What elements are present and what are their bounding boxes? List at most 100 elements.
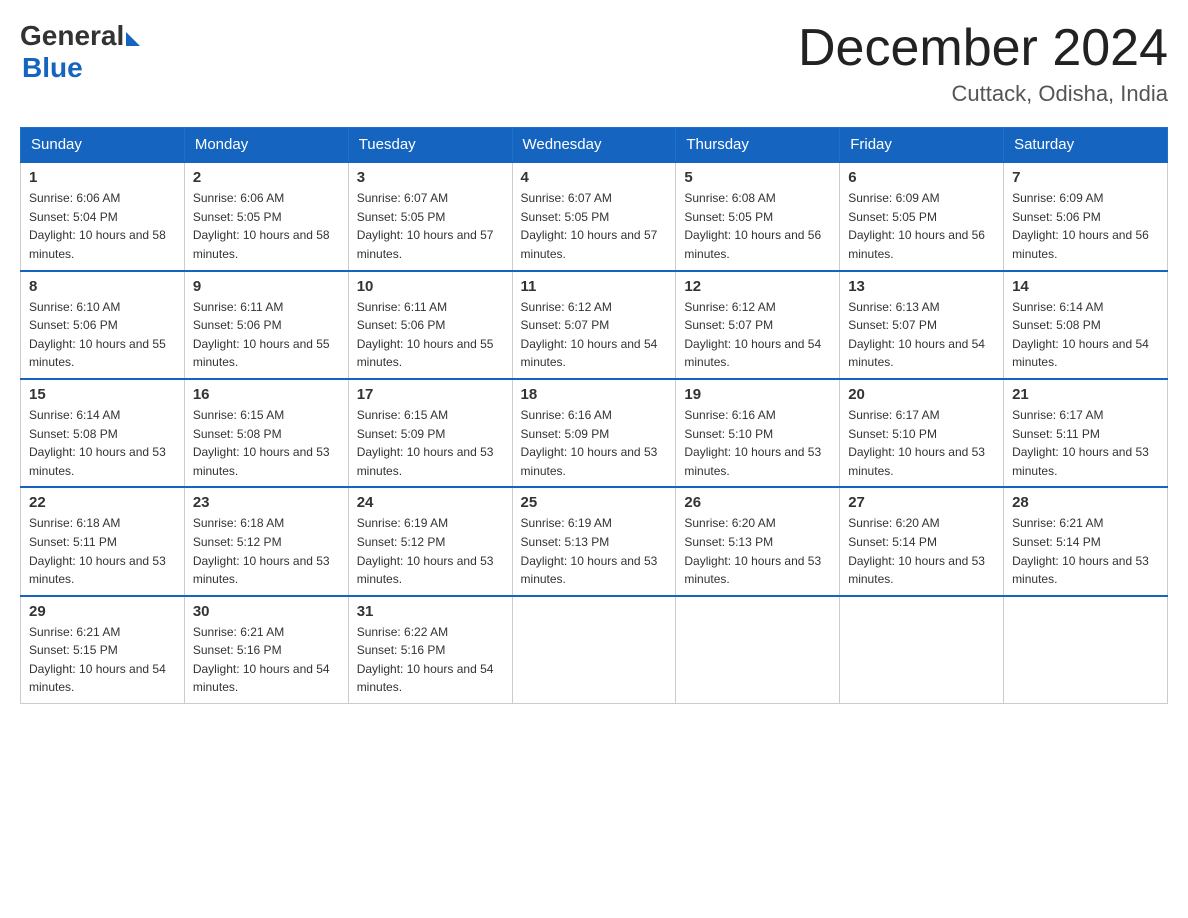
table-row: 27 Sunrise: 6:20 AM Sunset: 5:14 PM Dayl… xyxy=(840,487,1004,595)
table-row: 17 Sunrise: 6:15 AM Sunset: 5:09 PM Dayl… xyxy=(348,379,512,487)
logo-arrow-icon xyxy=(126,32,140,46)
col-thursday: Thursday xyxy=(676,128,840,163)
day-info: Sunrise: 6:11 AM Sunset: 5:06 PM Dayligh… xyxy=(193,298,340,372)
table-row: 12 Sunrise: 6:12 AM Sunset: 5:07 PM Dayl… xyxy=(676,271,840,379)
title-section: December 2024 Cuttack, Odisha, India xyxy=(798,20,1168,107)
table-row: 1 Sunrise: 6:06 AM Sunset: 5:04 PM Dayli… xyxy=(21,162,185,270)
table-row: 14 Sunrise: 6:14 AM Sunset: 5:08 PM Dayl… xyxy=(1004,271,1168,379)
table-row: 9 Sunrise: 6:11 AM Sunset: 5:06 PM Dayli… xyxy=(184,271,348,379)
day-number: 11 xyxy=(521,278,668,295)
table-row: 26 Sunrise: 6:20 AM Sunset: 5:13 PM Dayl… xyxy=(676,487,840,595)
day-info: Sunrise: 6:16 AM Sunset: 5:09 PM Dayligh… xyxy=(521,406,668,480)
day-info: Sunrise: 6:20 AM Sunset: 5:14 PM Dayligh… xyxy=(848,514,995,588)
day-number: 15 xyxy=(29,386,176,403)
col-tuesday: Tuesday xyxy=(348,128,512,163)
table-row: 30 Sunrise: 6:21 AM Sunset: 5:16 PM Dayl… xyxy=(184,596,348,704)
day-number: 25 xyxy=(521,494,668,511)
day-info: Sunrise: 6:14 AM Sunset: 5:08 PM Dayligh… xyxy=(29,406,176,480)
table-row: 3 Sunrise: 6:07 AM Sunset: 5:05 PM Dayli… xyxy=(348,162,512,270)
col-friday: Friday xyxy=(840,128,1004,163)
table-row: 5 Sunrise: 6:08 AM Sunset: 5:05 PM Dayli… xyxy=(676,162,840,270)
table-row: 19 Sunrise: 6:16 AM Sunset: 5:10 PM Dayl… xyxy=(676,379,840,487)
table-row: 24 Sunrise: 6:19 AM Sunset: 5:12 PM Dayl… xyxy=(348,487,512,595)
day-info: Sunrise: 6:10 AM Sunset: 5:06 PM Dayligh… xyxy=(29,298,176,372)
calendar-header-row: Sunday Monday Tuesday Wednesday Thursday… xyxy=(21,128,1168,163)
day-info: Sunrise: 6:21 AM Sunset: 5:16 PM Dayligh… xyxy=(193,623,340,697)
table-row: 31 Sunrise: 6:22 AM Sunset: 5:16 PM Dayl… xyxy=(348,596,512,704)
col-wednesday: Wednesday xyxy=(512,128,676,163)
day-info: Sunrise: 6:08 AM Sunset: 5:05 PM Dayligh… xyxy=(684,189,831,263)
day-number: 24 xyxy=(357,494,504,511)
day-info: Sunrise: 6:06 AM Sunset: 5:04 PM Dayligh… xyxy=(29,189,176,263)
day-number: 30 xyxy=(193,603,340,620)
day-number: 13 xyxy=(848,278,995,295)
day-info: Sunrise: 6:19 AM Sunset: 5:12 PM Dayligh… xyxy=(357,514,504,588)
table-row xyxy=(840,596,1004,704)
day-number: 23 xyxy=(193,494,340,511)
day-number: 27 xyxy=(848,494,995,511)
day-info: Sunrise: 6:09 AM Sunset: 5:05 PM Dayligh… xyxy=(848,189,995,263)
day-number: 20 xyxy=(848,386,995,403)
day-number: 18 xyxy=(521,386,668,403)
day-number: 21 xyxy=(1012,386,1159,403)
calendar-week-row: 15 Sunrise: 6:14 AM Sunset: 5:08 PM Dayl… xyxy=(21,379,1168,487)
day-info: Sunrise: 6:16 AM Sunset: 5:10 PM Dayligh… xyxy=(684,406,831,480)
day-info: Sunrise: 6:17 AM Sunset: 5:11 PM Dayligh… xyxy=(1012,406,1159,480)
day-info: Sunrise: 6:11 AM Sunset: 5:06 PM Dayligh… xyxy=(357,298,504,372)
day-number: 2 xyxy=(193,169,340,186)
day-number: 22 xyxy=(29,494,176,511)
table-row xyxy=(676,596,840,704)
day-number: 1 xyxy=(29,169,176,186)
table-row: 28 Sunrise: 6:21 AM Sunset: 5:14 PM Dayl… xyxy=(1004,487,1168,595)
day-number: 14 xyxy=(1012,278,1159,295)
day-number: 9 xyxy=(193,278,340,295)
table-row: 8 Sunrise: 6:10 AM Sunset: 5:06 PM Dayli… xyxy=(21,271,185,379)
day-info: Sunrise: 6:12 AM Sunset: 5:07 PM Dayligh… xyxy=(684,298,831,372)
day-info: Sunrise: 6:15 AM Sunset: 5:09 PM Dayligh… xyxy=(357,406,504,480)
table-row: 18 Sunrise: 6:16 AM Sunset: 5:09 PM Dayl… xyxy=(512,379,676,487)
calendar-week-row: 8 Sunrise: 6:10 AM Sunset: 5:06 PM Dayli… xyxy=(21,271,1168,379)
location-text: Cuttack, Odisha, India xyxy=(798,81,1168,107)
table-row: 23 Sunrise: 6:18 AM Sunset: 5:12 PM Dayl… xyxy=(184,487,348,595)
day-number: 7 xyxy=(1012,169,1159,186)
day-info: Sunrise: 6:21 AM Sunset: 5:14 PM Dayligh… xyxy=(1012,514,1159,588)
page-header: General Blue December 2024 Cuttack, Odis… xyxy=(20,20,1168,107)
day-info: Sunrise: 6:07 AM Sunset: 5:05 PM Dayligh… xyxy=(357,189,504,263)
day-number: 3 xyxy=(357,169,504,186)
day-number: 17 xyxy=(357,386,504,403)
day-number: 10 xyxy=(357,278,504,295)
day-info: Sunrise: 6:14 AM Sunset: 5:08 PM Dayligh… xyxy=(1012,298,1159,372)
day-number: 28 xyxy=(1012,494,1159,511)
day-number: 19 xyxy=(684,386,831,403)
table-row: 22 Sunrise: 6:18 AM Sunset: 5:11 PM Dayl… xyxy=(21,487,185,595)
table-row: 10 Sunrise: 6:11 AM Sunset: 5:06 PM Dayl… xyxy=(348,271,512,379)
table-row: 2 Sunrise: 6:06 AM Sunset: 5:05 PM Dayli… xyxy=(184,162,348,270)
day-number: 12 xyxy=(684,278,831,295)
day-info: Sunrise: 6:12 AM Sunset: 5:07 PM Dayligh… xyxy=(521,298,668,372)
day-info: Sunrise: 6:06 AM Sunset: 5:05 PM Dayligh… xyxy=(193,189,340,263)
logo: General Blue xyxy=(20,20,140,84)
day-info: Sunrise: 6:17 AM Sunset: 5:10 PM Dayligh… xyxy=(848,406,995,480)
table-row xyxy=(1004,596,1168,704)
table-row xyxy=(512,596,676,704)
table-row: 29 Sunrise: 6:21 AM Sunset: 5:15 PM Dayl… xyxy=(21,596,185,704)
col-sunday: Sunday xyxy=(21,128,185,163)
logo-general-text: General xyxy=(20,20,124,52)
day-number: 16 xyxy=(193,386,340,403)
table-row: 15 Sunrise: 6:14 AM Sunset: 5:08 PM Dayl… xyxy=(21,379,185,487)
day-info: Sunrise: 6:18 AM Sunset: 5:11 PM Dayligh… xyxy=(29,514,176,588)
col-saturday: Saturday xyxy=(1004,128,1168,163)
day-info: Sunrise: 6:20 AM Sunset: 5:13 PM Dayligh… xyxy=(684,514,831,588)
month-title: December 2024 xyxy=(798,20,1168,77)
day-number: 5 xyxy=(684,169,831,186)
day-number: 4 xyxy=(521,169,668,186)
day-info: Sunrise: 6:15 AM Sunset: 5:08 PM Dayligh… xyxy=(193,406,340,480)
calendar-week-row: 1 Sunrise: 6:06 AM Sunset: 5:04 PM Dayli… xyxy=(21,162,1168,270)
day-number: 8 xyxy=(29,278,176,295)
table-row: 13 Sunrise: 6:13 AM Sunset: 5:07 PM Dayl… xyxy=(840,271,1004,379)
calendar-week-row: 22 Sunrise: 6:18 AM Sunset: 5:11 PM Dayl… xyxy=(21,487,1168,595)
day-info: Sunrise: 6:09 AM Sunset: 5:06 PM Dayligh… xyxy=(1012,189,1159,263)
col-monday: Monday xyxy=(184,128,348,163)
day-info: Sunrise: 6:13 AM Sunset: 5:07 PM Dayligh… xyxy=(848,298,995,372)
day-number: 29 xyxy=(29,603,176,620)
